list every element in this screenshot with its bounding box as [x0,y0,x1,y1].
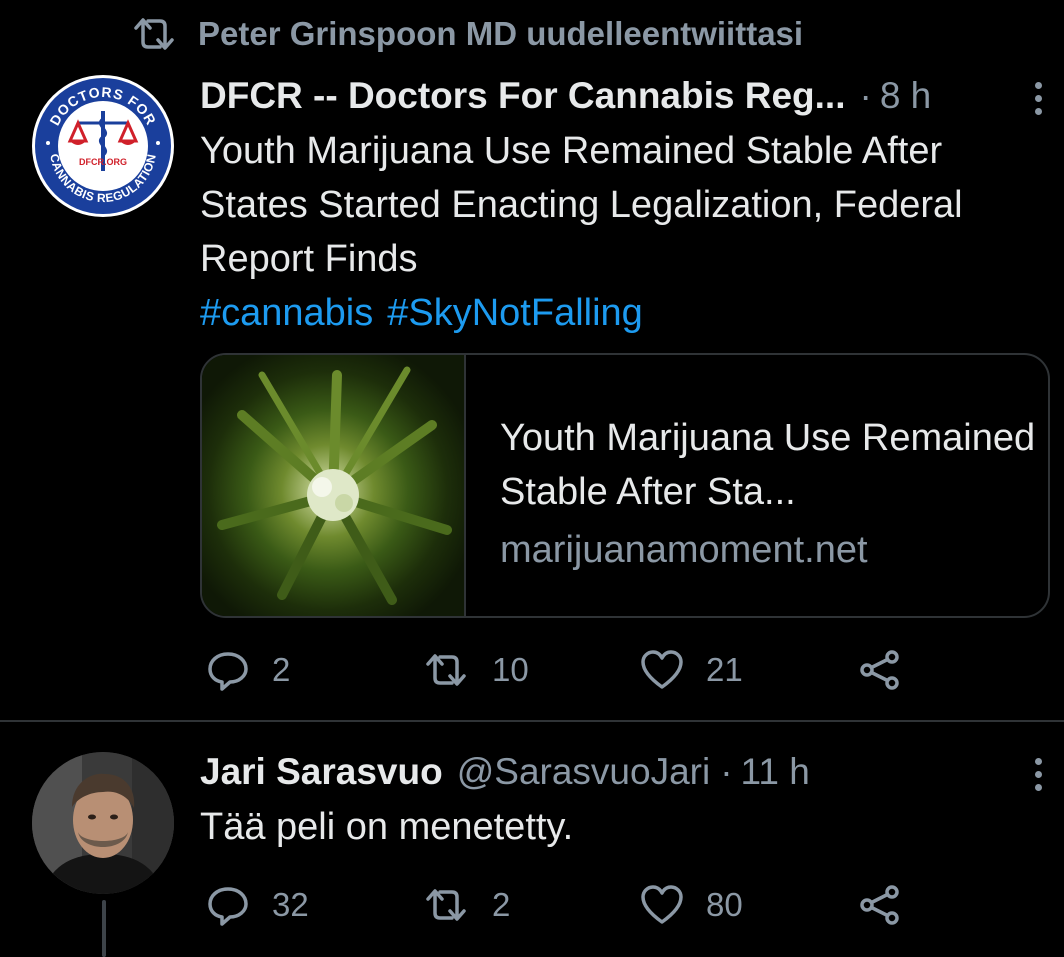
share-button[interactable] [858,648,902,692]
share-icon [860,885,899,925]
reply-icon [208,652,248,691]
author-name[interactable]: Jari Sarasvuo [200,751,443,793]
thread-connector-line [102,900,106,957]
retweet-icon [426,654,466,686]
retweet-context-text: Peter Grinspoon MD uudelleentwiittasi [198,15,804,52]
dfcr-logo: DOCTORS FOR CANNABIS REGULATION DFCR.ORG [33,76,173,216]
card-domain: marijuanamoment.net [500,529,868,571]
tweet-header: Jari Sarasvuo @SarasvuoJari · 11 h [200,748,1050,796]
retweet-icon [134,18,174,50]
hashtag-link[interactable]: #cannabis [200,292,373,334]
link-card[interactable]: Youth Marijuana Use Remained Stable Afte… [200,353,1050,618]
reply-count: 2 [272,651,291,688]
retweet-count: 2 [492,886,511,923]
like-button[interactable]: 21 [640,648,743,692]
avatar[interactable]: DOCTORS FOR CANNABIS REGULATION DFCR.ORG [32,75,174,217]
more-options-icon[interactable] [1026,78,1050,118]
retweet-count: 10 [492,651,529,688]
divider [0,720,1064,722]
retweet-context[interactable]: Peter Grinspoon MD uudelleentwiittasi [130,14,803,54]
retweet-button[interactable]: 10 [422,650,529,690]
profile-photo [32,752,174,894]
reply-icon [208,887,248,926]
hashtag-link[interactable]: #SkyNotFalling [387,292,643,334]
card-body: Youth Marijuana Use Remained Stable Afte… [466,355,1040,616]
reply-count: 32 [272,886,309,923]
tweet-actions: 32 2 80 [0,881,1064,929]
tweet-text: Tää peli on menetetty. [200,806,574,848]
tweet-actions: 2 10 21 [0,646,1064,694]
more-options-icon[interactable] [1026,754,1050,794]
like-count: 80 [706,886,743,923]
like-count: 21 [706,651,743,688]
timestamp[interactable]: 11 h [741,751,810,793]
reply-button[interactable]: 2 [206,648,290,692]
card-title: Youth Marijuana Use Remained Stable Afte… [500,417,1036,513]
retweet-button[interactable]: 2 [422,885,510,925]
heart-icon [641,885,683,924]
share-icon [860,650,899,690]
retweet-icon [426,889,466,921]
timestamp[interactable]: 8 h [880,75,931,117]
heart-icon [641,650,683,689]
tweet-header: DFCR -- Doctors For Cannabis Reg... · 8 … [200,72,1050,120]
like-button[interactable]: 80 [640,883,743,927]
cannabis-plant-image [217,366,452,605]
separator-dot: · [720,751,733,792]
hashtags: #cannabis #SkyNotFalling [200,286,657,340]
card-thumbnail [202,355,466,616]
avatar[interactable] [32,752,174,894]
reply-button[interactable]: 32 [206,883,309,927]
separator-dot: · [859,75,872,116]
svg-text:DFCR.ORG: DFCR.ORG [79,157,127,167]
share-button[interactable] [858,883,902,927]
author-handle[interactable]: @SarasvuoJari [457,751,711,793]
author-name[interactable]: DFCR -- Doctors For Cannabis Reg... [200,75,845,117]
tweet-text: Youth Marijuana Use Remained Stable Afte… [200,130,963,280]
